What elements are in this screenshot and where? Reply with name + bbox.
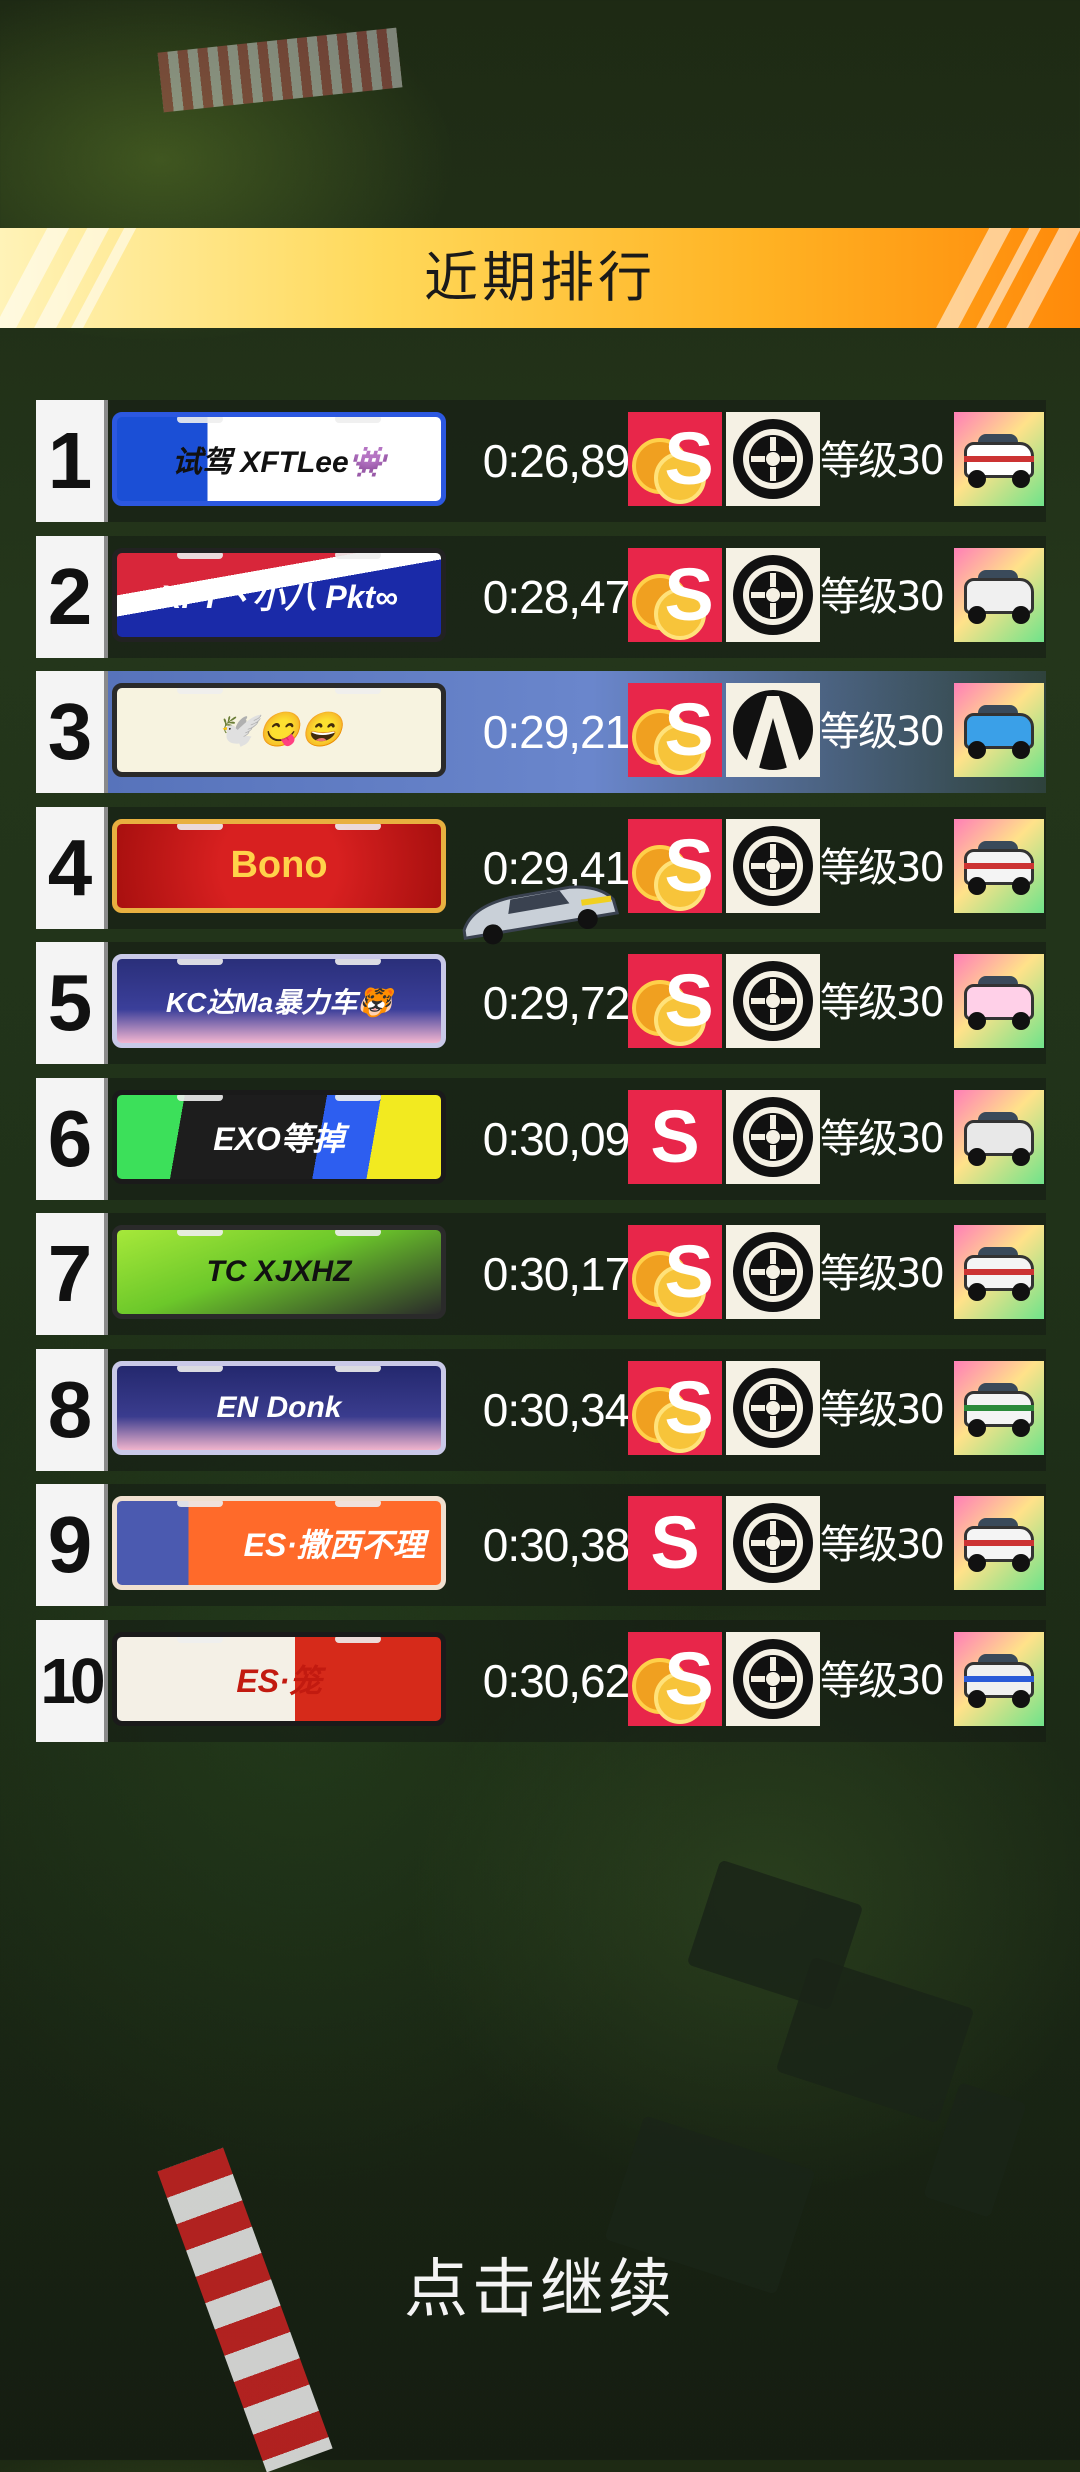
badge-letter: S: [664, 1230, 714, 1313]
rank-number: 8: [36, 1348, 108, 1471]
plate-text: 试驾 XFTLee👾: [171, 446, 387, 479]
background-rock: [775, 1956, 975, 2124]
plate-text: ES·笼: [236, 1662, 322, 1699]
car-thumbnail[interactable]: [954, 1089, 1044, 1184]
rank-number: 2: [36, 535, 108, 658]
plate-text: EXO等掉: [213, 1120, 345, 1157]
car-thumbnail[interactable]: [954, 1225, 1044, 1319]
level-label: 等级30: [820, 1115, 945, 1162]
level-label: 等级30: [820, 980, 945, 1026]
badge-letter: S: [664, 417, 714, 500]
license-plate: EXO等掉: [112, 1089, 446, 1184]
s-rank-badge: S: [628, 818, 722, 913]
badge-letter: S: [664, 552, 714, 636]
s-rank-badge: S: [628, 1631, 722, 1726]
s-rank-badge: S: [628, 1360, 722, 1455]
license-plate: ES·撒西不理: [112, 1496, 446, 1590]
s-rank-badge: S: [628, 1225, 722, 1319]
level-label: 等级30: [820, 1522, 945, 1568]
leaderboard: 1 试驾 XFTLee👾 0:26,89 S 等级30 2 XFT丶小八 Pkt…: [36, 400, 1046, 1755]
level-label: 等级30: [820, 844, 945, 891]
leaderboard-row[interactable]: 2 XFT丶小八 Pkt∞ 0:28,47 S 等级30: [36, 535, 1046, 658]
badge-letter: S: [664, 823, 714, 907]
leaderboard-row[interactable]: 5 KC达Ma暴力车🐯 0:29,72 S 等级30: [36, 942, 1046, 1064]
license-plate: EN Donk: [112, 1360, 446, 1455]
standard-tire-icon: [726, 1225, 820, 1319]
car-thumbnail[interactable]: [954, 1496, 1044, 1590]
license-plate: XFT丶小八 Pkt∞: [112, 547, 446, 642]
header-banner: 近期排行: [0, 228, 1080, 328]
rank-number: 9: [36, 1484, 108, 1606]
license-plate: KC达Ma暴力车🐯: [112, 954, 446, 1048]
badge-letter: S: [664, 688, 714, 771]
car-thumbnail[interactable]: [954, 1631, 1044, 1726]
leaderboard-row-current-player[interactable]: 3 🕊️😋😄 0:29,21 S 等级30: [36, 671, 1046, 793]
standard-tire-icon: [726, 412, 820, 506]
plate-text: Bono: [230, 844, 328, 886]
rank-number: 5: [36, 942, 108, 1064]
rank-number: 6: [36, 1077, 108, 1200]
level-label: 等级30: [820, 1657, 945, 1704]
background-fence: [157, 27, 403, 113]
license-plate: 试驾 XFTLee👾: [112, 412, 446, 506]
rank-number: 3: [36, 671, 108, 793]
standard-tire-icon: [726, 954, 820, 1048]
license-plate: Bono: [112, 818, 446, 913]
leaderboard-row[interactable]: 1 试驾 XFTLee👾 0:26,89 S 等级30: [36, 400, 1046, 522]
car-thumbnail[interactable]: [954, 683, 1044, 777]
leaderboard-row[interactable]: 7 TC XJXHZ 0:30,17 S 等级30: [36, 1213, 1046, 1335]
s-rank-badge: S: [628, 683, 722, 777]
level-label: 等级30: [820, 1386, 945, 1433]
car-thumbnail[interactable]: [954, 954, 1044, 1048]
level-label: 等级30: [820, 709, 945, 755]
badge-letter: S: [664, 959, 714, 1042]
car-thumbnail[interactable]: [954, 1360, 1044, 1455]
leaderboard-row[interactable]: 6 EXO等掉 0:30,09 S 等级30: [36, 1077, 1046, 1200]
license-plate: ES·笼: [112, 1631, 446, 1726]
plate-text: EN Donk: [216, 1390, 342, 1424]
plate-text: XFT丶小八 Pkt∞: [160, 578, 398, 615]
plate-text: TC XJXHZ: [206, 1255, 352, 1288]
standard-tire-icon: [726, 547, 820, 642]
car-thumbnail[interactable]: [954, 547, 1044, 642]
standard-tire-icon: [726, 818, 820, 913]
license-plate: 🕊️😋😄: [112, 683, 446, 777]
s-rank-badge: S: [628, 1496, 722, 1590]
rank-number: 7: [36, 1213, 108, 1335]
license-plate: TC XJXHZ: [112, 1225, 446, 1319]
s-rank-badge: S: [628, 547, 722, 642]
plate-text: ES·撒西不理: [243, 1527, 425, 1563]
road-tire-icon: [726, 683, 820, 777]
standard-tire-icon: [726, 1631, 820, 1726]
leaderboard-row[interactable]: 8 EN Donk 0:30,34 S 等级30: [36, 1348, 1046, 1471]
s-rank-badge: S: [628, 412, 722, 506]
level-label: 等级30: [820, 438, 945, 484]
car-thumbnail[interactable]: [954, 412, 1044, 506]
badge-letter: S: [664, 1365, 714, 1449]
level-label: 等级30: [820, 1251, 945, 1297]
standard-tire-icon: [726, 1360, 820, 1455]
page-title: 近期排行: [424, 246, 656, 309]
badge-letter: S: [664, 1636, 714, 1720]
plate-text: 🕊️😋😄: [215, 711, 343, 749]
standard-tire-icon: [726, 1089, 820, 1184]
tap-to-continue[interactable]: 点击继续: [0, 2250, 1080, 2330]
level-label: 等级30: [820, 573, 945, 620]
s-rank-badge: S: [628, 954, 722, 1048]
rank-number: 1: [36, 400, 108, 522]
badge-letter: S: [650, 1094, 700, 1178]
plate-text: KC达Ma暴力车🐯: [165, 987, 393, 1018]
s-rank-badge: S: [628, 1089, 722, 1184]
rank-number: 10: [36, 1619, 108, 1742]
leaderboard-row[interactable]: 10 ES·笼 0:30,62 S 等级30: [36, 1619, 1046, 1742]
car-thumbnail[interactable]: [954, 818, 1044, 913]
rank-number: 4: [36, 806, 108, 929]
badge-letter: S: [650, 1501, 700, 1584]
standard-tire-icon: [726, 1496, 820, 1590]
leaderboard-row[interactable]: 9 ES·撒西不理 0:30,38 S 等级30: [36, 1484, 1046, 1606]
